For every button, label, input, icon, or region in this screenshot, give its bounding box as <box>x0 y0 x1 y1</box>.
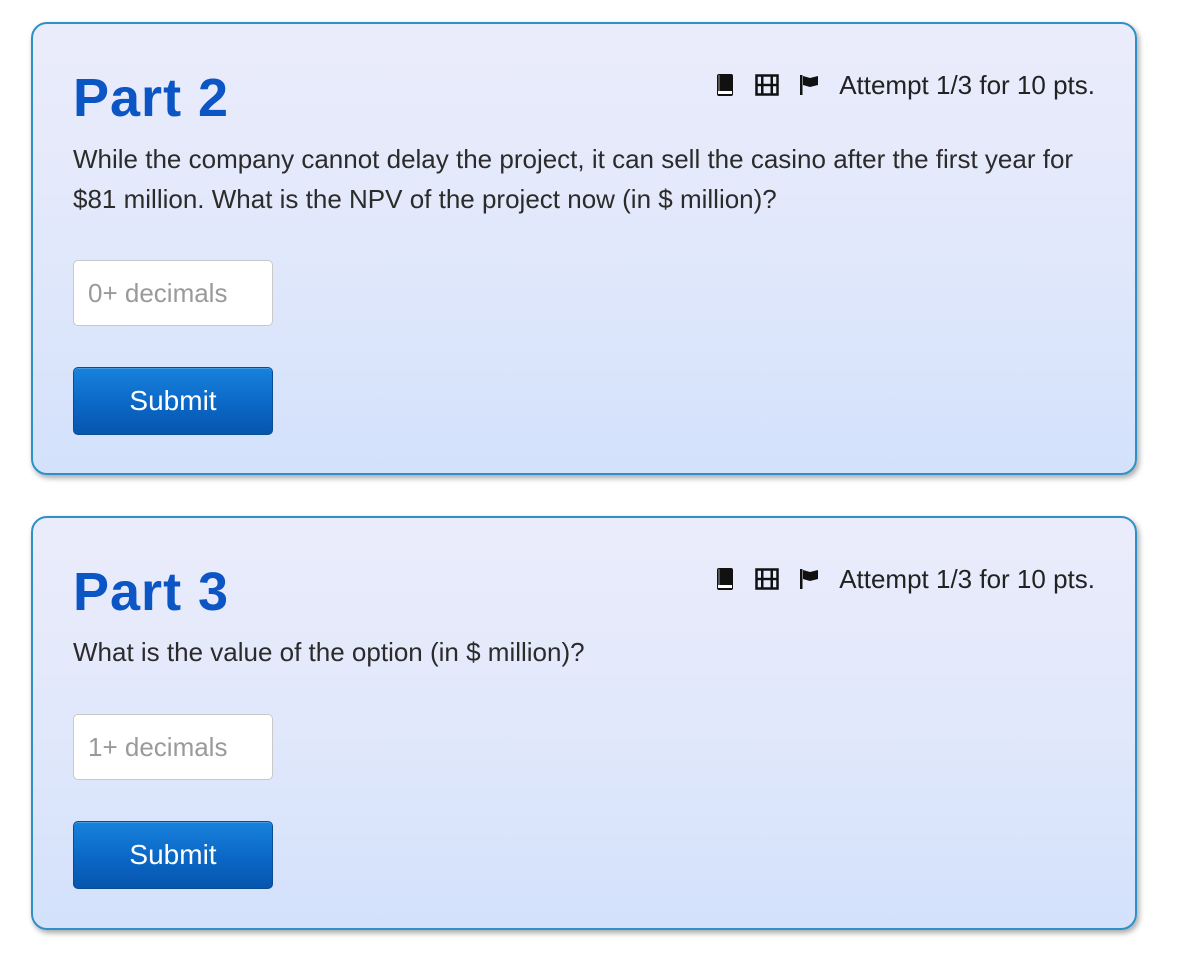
book-icon[interactable] <box>713 73 737 97</box>
film-icon[interactable] <box>755 73 779 97</box>
attempt-counter: Attempt 1/3 for 10 pts. <box>839 563 1095 594</box>
question-text: While the company cannot delay the proje… <box>73 144 1074 214</box>
question-toolbar: Attempt 1/3 for 10 pts. <box>713 562 1095 596</box>
book-icon[interactable] <box>713 567 737 591</box>
answer-input[interactable] <box>73 714 273 780</box>
film-icon[interactable] <box>755 567 779 591</box>
submit-button[interactable]: Submit <box>73 367 273 435</box>
flag-icon[interactable] <box>797 73 821 97</box>
answer-input[interactable] <box>73 260 273 326</box>
part-title: Part 3 <box>73 562 230 622</box>
flag-icon[interactable] <box>797 567 821 591</box>
question-card-part-3: Part 3 Attempt 1/3 for 10 pts. What is t… <box>31 516 1137 930</box>
attempt-counter: Attempt 1/3 for 10 pts. <box>839 69 1095 100</box>
submit-button[interactable]: Submit <box>73 821 273 889</box>
part-title: Part 2 <box>73 68 230 128</box>
question-card-part-2: Part 2 Attempt 1/3 for 10 pts. While the… <box>31 22 1137 475</box>
question-toolbar: Attempt 1/3 for 10 pts. <box>713 68 1095 102</box>
question-text: What is the value of the option (in $ mi… <box>73 637 585 667</box>
